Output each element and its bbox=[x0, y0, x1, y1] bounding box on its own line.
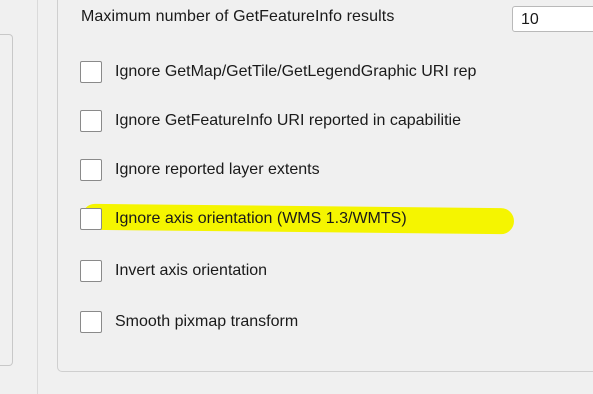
checkbox[interactable] bbox=[80, 208, 102, 230]
option-label: Smooth pixmap transform bbox=[115, 313, 299, 330]
option-label: Ignore GetFeatureInfo URI reported in ca… bbox=[115, 112, 461, 129]
left-panel-edge bbox=[0, 34, 13, 366]
option-ignore-getmap-uri[interactable]: Ignore GetMap/GetTile/GetLegendGraphic U… bbox=[80, 58, 476, 86]
option-ignore-getfeatureinfo-uri[interactable]: Ignore GetFeatureInfo URI reported in ca… bbox=[80, 107, 461, 135]
option-smooth-pixmap-transform[interactable]: Smooth pixmap transform bbox=[80, 308, 298, 336]
checkbox[interactable] bbox=[80, 260, 102, 282]
max-featureinfo-input[interactable]: 10 bbox=[512, 6, 593, 32]
max-featureinfo-label: Maximum number of GetFeatureInfo results bbox=[81, 8, 395, 25]
vertical-divider bbox=[37, 0, 38, 394]
option-label: Ignore reported layer extents bbox=[115, 161, 320, 178]
checkbox[interactable] bbox=[80, 311, 102, 333]
checkbox[interactable] bbox=[80, 61, 102, 83]
wms-settings-panel: Maximum number of GetFeatureInfo results… bbox=[0, 0, 593, 394]
option-ignore-axis-orientation[interactable]: Ignore axis orientation (WMS 1.3/WMTS) bbox=[80, 205, 407, 233]
option-invert-axis-orientation[interactable]: Invert axis orientation bbox=[80, 257, 267, 285]
option-ignore-layer-extents[interactable]: Ignore reported layer extents bbox=[80, 156, 320, 184]
checkbox[interactable] bbox=[80, 159, 102, 181]
option-label: Invert axis orientation bbox=[115, 262, 268, 279]
checkbox[interactable] bbox=[80, 110, 102, 132]
option-label: Ignore GetMap/GetTile/GetLegendGraphic U… bbox=[115, 63, 477, 80]
option-label: Ignore axis orientation (WMS 1.3/WMTS) bbox=[115, 210, 407, 227]
